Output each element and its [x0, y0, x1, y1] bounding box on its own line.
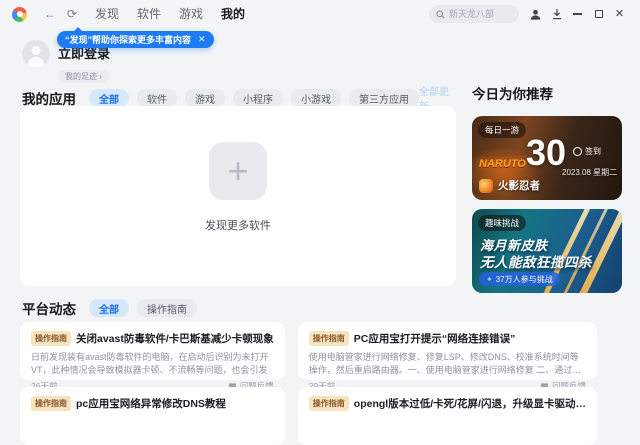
my-apps-filters: 全部 软件 游戏 小程序 小游戏 第三方应用 [89, 89, 419, 107]
avatar-body-shape [27, 57, 45, 68]
daily-game-day: 30 [526, 132, 567, 173]
filter-all[interactable]: 全部 [89, 89, 129, 107]
search-icon [436, 9, 445, 19]
filter-games[interactable]: 游戏 [185, 89, 225, 107]
tab-discover[interactable]: 发现 [95, 0, 119, 28]
platform-news-title: 平台动态 [22, 302, 76, 317]
recommend-sidebar: 今日为你推荐 每日一游 NARUTO 30 签到 2023.08 星期二 火影忍… [472, 83, 622, 302]
daily-game-tag: 签到 [573, 146, 601, 157]
platform-news-header: 平台动态 全部 操作指南 [22, 298, 456, 318]
filter-minigames[interactable]: 小游戏 [291, 89, 341, 107]
maximize-icon[interactable] [588, 0, 609, 28]
news-card[interactable]: 操作指南 opengl版本过低/卡死/花屏/闪退，升级显卡驱动… [297, 387, 597, 445]
tab-mine[interactable]: 我的 [221, 0, 245, 28]
daily-game-card[interactable]: 每日一游 NARUTO 30 签到 2023.08 星期二 火影忍者 [472, 116, 622, 200]
tab-software[interactable]: 软件 [137, 0, 161, 28]
tooltip-text: “发现”帮助你探索更多丰富内容 [65, 35, 192, 45]
tooltip-close-icon[interactable]: ✕ [198, 34, 206, 45]
news-title: pc应用宝网络异常修改DNS教程 [76, 398, 226, 410]
news-grid: 操作指南 关闭avast防毒软件/卡巴斯基减少卡顿现象 日前发现装有avast防… [20, 322, 597, 445]
close-icon[interactable]: ✕ [609, 0, 630, 28]
news-card[interactable]: 操作指南 pc应用宝网络异常修改DNS教程 [20, 387, 285, 445]
news-title: opengl版本过低/卡死/花屏/闪退，升级显卡驱动… [353, 398, 586, 410]
news-body [309, 416, 586, 442]
app-logo-icon[interactable] [12, 6, 27, 22]
news-badge: 操作指南 [308, 331, 349, 346]
news-filter-guides[interactable]: 操作指南 [137, 299, 197, 317]
recommend-title: 今日为你推荐 [472, 87, 553, 102]
discover-tooltip: “发现”帮助你探索更多丰富内容 ✕ [57, 27, 214, 48]
main-nav: 发现 软件 游戏 我的 [95, 0, 245, 28]
spark-icon: ✦ [486, 274, 493, 284]
daily-game-name: 火影忍者 [498, 180, 540, 192]
news-body: 使用电脑管家进行网络修复、修复LSP、修改DNS、校准系统时间等操作，然后重启路… [308, 352, 582, 376]
plus-icon: + [227, 149, 249, 191]
news-body [31, 416, 274, 442]
filter-software[interactable]: 软件 [137, 89, 177, 107]
my-apps-panel: + 发现更多软件 [20, 106, 456, 286]
tab-games[interactable]: 游戏 [179, 0, 203, 28]
avatar[interactable] [22, 40, 50, 68]
news-badge: 操作指南 [308, 396, 349, 411]
daily-game-footer: 火影忍者 [479, 178, 540, 193]
topbar: ← ⟳ 发现 软件 游戏 我的 ✕ [0, 0, 640, 28]
news-badge: 操作指南 [31, 396, 71, 411]
daily-game-badge: 每日一游 [478, 122, 527, 138]
window-controls: ✕ [525, 0, 630, 28]
filter-miniapps[interactable]: 小程序 [233, 89, 283, 107]
minimize-icon[interactable] [567, 0, 588, 28]
add-software-label: 发现更多软件 [205, 219, 271, 232]
download-icon[interactable] [546, 0, 567, 28]
refresh-icon[interactable]: ⟳ [61, 0, 83, 28]
checkin-icon [573, 147, 582, 156]
game-app-icon [479, 178, 493, 193]
avatar-head-shape [31, 46, 41, 55]
app-window: ← ⟳ 发现 软件 游戏 我的 ✕ “发现”帮助你探索更多丰富内容 ✕ [0, 0, 640, 445]
my-footprint-button[interactable]: 我的足迹 › [58, 70, 109, 83]
news-title: PC应用宝打开提示“网络连接错误” [353, 333, 516, 345]
user-icon[interactable] [525, 0, 546, 28]
challenge-stat: ✦ 37万人参与挑战 [479, 272, 560, 286]
news-body: 日前发现装有avast防毒软件的电脑，在启动后识别为未打开VT，此种情况会导致模… [31, 352, 269, 376]
news-filter-all[interactable]: 全部 [89, 299, 129, 317]
challenge-line2: 无人能敌狂揽四杀 [480, 255, 592, 270]
platform-news-filters: 全部 操作指南 [89, 299, 197, 317]
search-box[interactable] [429, 5, 519, 23]
naruto-logo: NARUTO [479, 158, 526, 170]
challenge-badge: 趣味挑战 [478, 215, 527, 231]
add-software-button[interactable]: + [209, 141, 267, 200]
challenge-card[interactable]: 趣味挑战 海月新皮肤 无人能敌狂揽四杀 ✦ 37万人参与挑战 [472, 209, 622, 293]
news-card[interactable]: 操作指南 关闭avast防毒软件/卡巴斯基减少卡顿现象 日前发现装有avast防… [20, 322, 285, 391]
back-icon[interactable]: ← [39, 0, 61, 28]
news-badge: 操作指南 [31, 331, 71, 346]
my-apps-title: 我的应用 [22, 92, 76, 107]
search-input[interactable] [449, 9, 512, 19]
filter-thirdparty[interactable]: 第三方应用 [349, 89, 419, 107]
daily-game-date: 2023.08 星期二 [562, 168, 618, 177]
news-title: 关闭avast防毒软件/卡巴斯基减少卡顿现象 [76, 333, 274, 345]
news-card[interactable]: 操作指南 PC应用宝打开提示“网络连接错误” 使用电脑管家进行网络修复、修复LS… [297, 322, 597, 391]
